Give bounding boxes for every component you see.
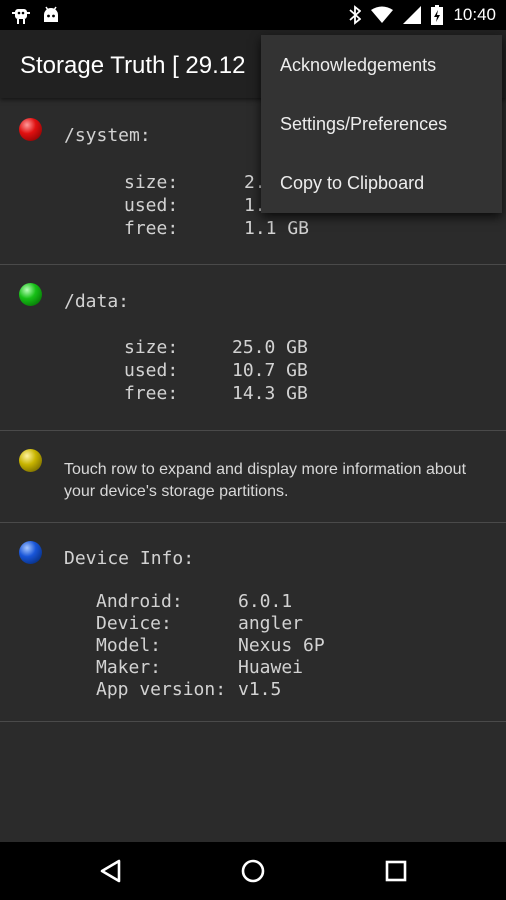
- hint-row[interactable]: Touch row to expand and display more inf…: [0, 431, 506, 523]
- size-label: size:: [124, 337, 179, 358]
- status-left-icons: [12, 5, 60, 25]
- partition-row-data[interactable]: /data: size: used: free: 25.0 GB 10.7 GB…: [0, 265, 506, 431]
- menu-item-acknowledgements[interactable]: Acknowledgements: [261, 36, 502, 94]
- device-info-label: Model:: [96, 635, 162, 656]
- device-info-heading: Device Info:: [64, 548, 195, 569]
- hint-text: Touch row to expand and display more inf…: [64, 461, 467, 500]
- yellow-ball-icon: [19, 449, 42, 472]
- device-info-label: Android:: [96, 591, 183, 612]
- red-ball-icon: [19, 118, 42, 141]
- overflow-menu: Acknowledgements Settings/Preferences Co…: [261, 35, 502, 213]
- device-info-value: 6.0.1: [238, 591, 293, 612]
- free-label: free:: [124, 383, 179, 404]
- device-info-label: Device:: [96, 613, 172, 634]
- used-label: used:: [124, 195, 179, 216]
- back-icon[interactable]: [97, 856, 127, 886]
- size-label: size:: [124, 172, 179, 193]
- app-title: Storage Truth [ 29.12: [20, 52, 246, 79]
- device-info-label: Maker:: [96, 657, 162, 678]
- recents-icon[interactable]: [381, 856, 411, 886]
- free-label: free:: [124, 218, 179, 239]
- device-info-value: v1.5: [238, 679, 282, 700]
- used-label: used:: [124, 360, 179, 381]
- device-info-value: angler: [238, 613, 304, 634]
- device-info-value: Nexus 6P: [238, 635, 325, 656]
- bluetooth-icon: [349, 5, 362, 25]
- battery-icon: [431, 5, 444, 25]
- home-icon[interactable]: [238, 856, 268, 886]
- wifi-icon: [371, 6, 394, 23]
- status-right-icons: 10:40: [349, 4, 496, 26]
- menu-item-copy-to-clipboard[interactable]: Copy to Clipboard: [261, 154, 502, 212]
- size-value: 25.0 GB: [232, 337, 308, 358]
- status-time: 10:40: [453, 5, 496, 24]
- device-info-value: Huawei: [238, 657, 304, 678]
- blue-ball-icon: [19, 541, 42, 564]
- android-robot-icon: [44, 6, 58, 22]
- navigation-bar: [0, 842, 506, 900]
- device-info-row[interactable]: Device Info: Android: Device: Model: Mak…: [0, 523, 506, 722]
- green-ball-icon: [19, 283, 42, 306]
- free-value: 14.3 GB: [232, 383, 308, 404]
- free-value: 1.1 GB: [244, 218, 310, 239]
- partition-name: /system:: [64, 125, 151, 146]
- device-info-label: App version:: [96, 679, 227, 700]
- used-value: 10.7 GB: [232, 360, 308, 381]
- menu-item-settings[interactable]: Settings/Preferences: [261, 95, 502, 153]
- android-debug-icon: [12, 9, 30, 24]
- signal-icon: [403, 6, 422, 24]
- partition-name: /data:: [64, 291, 130, 312]
- status-bar: 10:40: [0, 0, 506, 30]
